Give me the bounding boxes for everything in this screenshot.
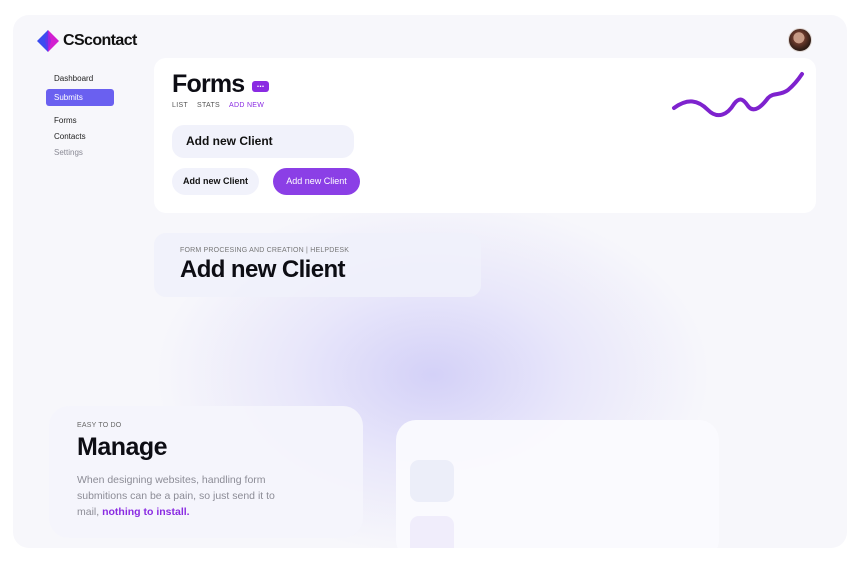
sidebar-item-contacts[interactable]: Contacts — [46, 129, 126, 144]
sidebar-item-forms[interactable]: Forms — [46, 113, 126, 128]
manage-description: When designing websites, handling form s… — [77, 472, 287, 520]
placeholder-tile — [410, 460, 454, 502]
add-client-field[interactable]: Add new Client — [172, 125, 354, 158]
add-client-primary-button[interactable]: Add new Client — [273, 168, 360, 195]
app-frame: CScontact Dashboard Submits Forms Contac… — [13, 15, 847, 548]
helpdesk-title: Add new Client — [180, 256, 346, 283]
more-dots-icon[interactable]: ... — [252, 80, 269, 92]
manage-body-highlight: nothing to install. — [102, 506, 190, 518]
sidebar: Dashboard Submits Forms Contacts Setting… — [46, 71, 126, 161]
placeholder-tile — [410, 516, 454, 548]
logo-diamond-icon — [37, 30, 59, 52]
squiggle-decoration-icon — [672, 72, 804, 118]
logo-text: CScontact — [63, 32, 137, 49]
page-title: Forms — [172, 70, 245, 98]
helpdesk-subtitle: FORM PROCESING AND CREATION | HELPDESK — [180, 247, 350, 254]
tab-stats[interactable]: STATS — [197, 102, 220, 109]
avatar[interactable] — [788, 28, 812, 52]
logo[interactable]: CScontact — [37, 30, 137, 52]
manage-title: Manage — [77, 433, 168, 461]
preview-card — [396, 420, 719, 548]
sidebar-item-submits[interactable]: Submits — [46, 89, 114, 106]
manage-kicker: EASY TO DO — [77, 422, 122, 429]
tab-add-new[interactable]: ADD NEW — [229, 102, 264, 109]
add-client-secondary-button[interactable]: Add new Client — [172, 168, 259, 195]
forms-tabs: LIST STATS ADD NEW — [172, 102, 264, 109]
sidebar-item-dashboard[interactable]: Dashboard — [46, 71, 126, 86]
manage-card: EASY TO DO Manage When designing website… — [49, 406, 363, 538]
tab-list[interactable]: LIST — [172, 102, 188, 109]
helpdesk-card: FORM PROCESING AND CREATION | HELPDESK A… — [154, 233, 481, 297]
forms-card: Forms ... LIST STATS ADD NEW Add new Cli… — [154, 58, 816, 213]
sidebar-item-settings[interactable]: Settings — [46, 145, 126, 160]
